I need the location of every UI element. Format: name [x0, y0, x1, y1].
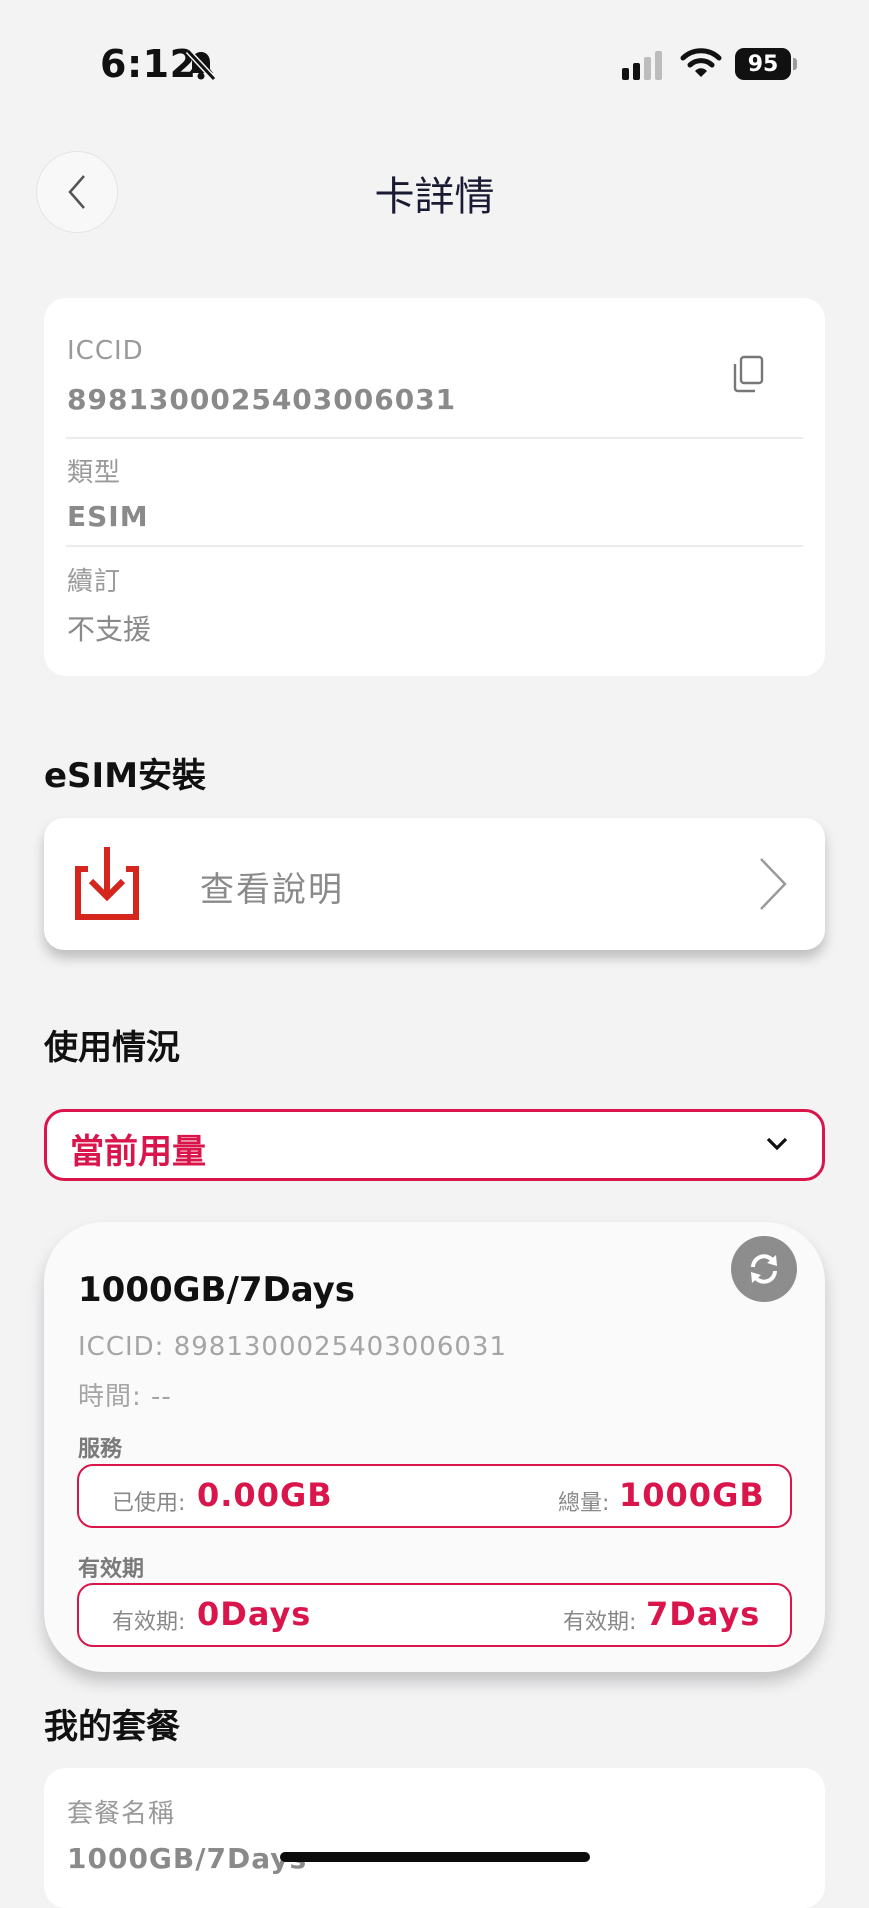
divider [66, 545, 803, 547]
battery-indicator: 95 [735, 48, 791, 80]
validity-label: 有效期 [78, 1557, 145, 1582]
copy-icon[interactable] [730, 354, 766, 394]
usage-time: 時間: -- [78, 1382, 172, 1412]
battery-tip [793, 58, 797, 70]
status-time: 6:12 [100, 42, 197, 86]
home-indicator[interactable] [280, 1852, 590, 1862]
package-name-value: 1000GB/7Days [67, 1842, 308, 1875]
bell-muted-icon [185, 48, 217, 82]
my-package-title: 我的套餐 [44, 1707, 180, 1747]
plan-name: 1000GB/7Days [78, 1270, 356, 1310]
view-instructions-label: 查看說明 [200, 870, 344, 910]
validity-total-value: 7Days [646, 1595, 761, 1633]
renew-value: 不支援 [67, 613, 152, 646]
used-label: 已使用: [112, 1491, 186, 1516]
cellular-signal-icon [622, 50, 662, 80]
wifi-icon [680, 48, 722, 77]
chevron-right-icon [760, 858, 787, 910]
view-instructions-button[interactable] [44, 818, 825, 950]
page-title: 卡詳情 [374, 174, 495, 220]
validity-used-value: 0Days [197, 1595, 312, 1633]
card-info-panel [44, 298, 825, 676]
iccid-label: ICCID [67, 336, 144, 366]
validity-total-label: 有效期: [563, 1610, 637, 1635]
used-value: 0.00GB [197, 1476, 333, 1514]
package-card [44, 1768, 825, 1908]
usage-select-value: 當前用量 [70, 1132, 206, 1172]
refresh-icon [751, 1254, 777, 1284]
total-label: 總量: [558, 1491, 610, 1516]
renew-label: 續訂 [67, 567, 122, 597]
divider [66, 437, 803, 439]
chevron-down-icon [766, 1137, 788, 1151]
download-icon [75, 847, 139, 920]
total-value: 1000GB [619, 1476, 765, 1514]
iccid-value: 8981300025403006031 [67, 383, 457, 416]
validity-used-label: 有效期: [112, 1610, 186, 1635]
type-label: 類型 [67, 458, 122, 488]
refresh-button[interactable] [731, 1236, 797, 1302]
type-value: ESIM [67, 500, 149, 533]
esim-section-title: eSIM安裝 [44, 756, 207, 796]
usage-iccid: ICCID: 8981300025403006031 [78, 1332, 507, 1362]
usage-section-title: 使用情況 [44, 1028, 180, 1068]
package-name-label: 套餐名稱 [67, 1799, 176, 1829]
battery-level: 95 [747, 51, 779, 77]
service-label: 服務 [78, 1437, 123, 1462]
